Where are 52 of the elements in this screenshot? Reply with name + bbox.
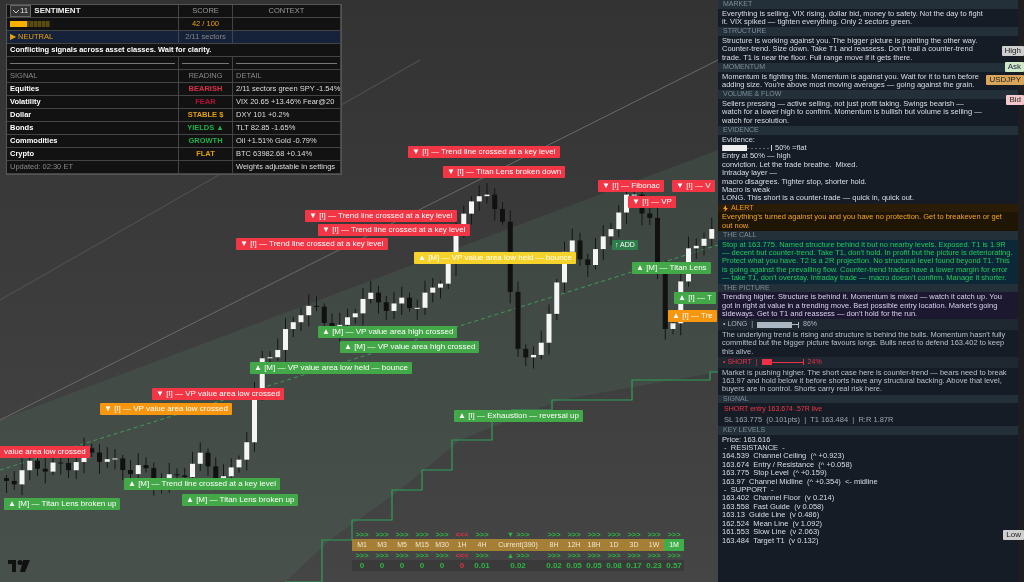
trend-value: 0.02 (510, 561, 526, 570)
score-meter (10, 21, 50, 27)
price-tag: USDJPY (986, 75, 1024, 85)
price-tag: High (1001, 46, 1024, 56)
signal-label: ▼ [I] — VP value area low crossed (152, 388, 284, 400)
signal-label: ▼ [I] — VP value area low crossed (100, 403, 232, 415)
trend-value: 0 (379, 561, 385, 570)
bias-meter (761, 359, 804, 366)
trend-value: 0.02 (546, 561, 562, 570)
signal-label: ▲ [M] — Trend line crossed at a key level (124, 478, 280, 490)
trend-value: 0 (359, 561, 365, 570)
signal-label: ▼ [I] — Trend line crossed at a key level (305, 210, 457, 222)
signal-label: ▲ [M] — Titan Lens broken up (182, 494, 299, 506)
price-tag: Bid (1006, 95, 1024, 105)
signal-label: ▲ [M] — VP value area low held — bounce (414, 252, 577, 264)
trend-value: 0 (419, 561, 425, 570)
signal-label: ▼ [I] — Trend line crossed at a key level (408, 146, 560, 158)
signal-label: ▲ [I] — Tre (668, 310, 717, 322)
trend-value: 0.05 (566, 561, 582, 570)
empty-cell (179, 161, 233, 174)
trend-value: 0.17 (626, 561, 642, 570)
table-title: SENTIMENT (34, 5, 81, 17)
trend-value: 0.57 (666, 561, 682, 570)
signal-label: ▲ [M] — VP value area high crossed (318, 326, 458, 338)
bias-meter (757, 321, 800, 328)
indicator-badge[interactable]: 11 (10, 5, 32, 17)
signal-label: ▲ [M] — VP value area low held — bounce (250, 362, 413, 374)
signal-label: ▼ [I] — Trend line crossed at a key level (236, 238, 388, 250)
price-tag: Low (1003, 530, 1024, 540)
trend-value: 0.05 (586, 561, 602, 570)
signal-label: ▼ [I] — Titan Lens broken down (443, 166, 566, 178)
bolt-icon (723, 204, 728, 212)
signal-label: ▲ [M] — Titan Lens (632, 262, 711, 274)
signal-label: value area low crossed (0, 446, 90, 458)
chevron-icon (13, 8, 19, 14)
signal-label: ▼ [I] — Trend line crossed at a key level (318, 224, 470, 236)
signal-label: ▲ [I] — T (674, 292, 716, 304)
signal-label: ▼ [I] — V (672, 180, 715, 192)
evidence-meter (722, 145, 772, 152)
trend-value: 0.08 (606, 561, 622, 570)
trend-value: 0 (439, 561, 445, 570)
trend-value: 0 (459, 561, 465, 570)
trend-value: 0 (399, 561, 405, 570)
trend-value: 0.01 (474, 561, 490, 570)
logo-icon (8, 560, 30, 572)
signal-label: ▼ [I] — Fibonac (598, 180, 664, 192)
trend-value: 0.23 (646, 561, 662, 570)
signal-label: ▲ [M] — Titan Lens broken up (4, 498, 121, 510)
signal-label: ▲ [I] — Exhaustion — reversal up (454, 410, 583, 422)
price-tag: Ask (1004, 62, 1024, 72)
signal-label: ▼ [I] — VP (628, 196, 676, 208)
signal-label: ▲ [M] — VP value area high crossed (340, 341, 480, 353)
